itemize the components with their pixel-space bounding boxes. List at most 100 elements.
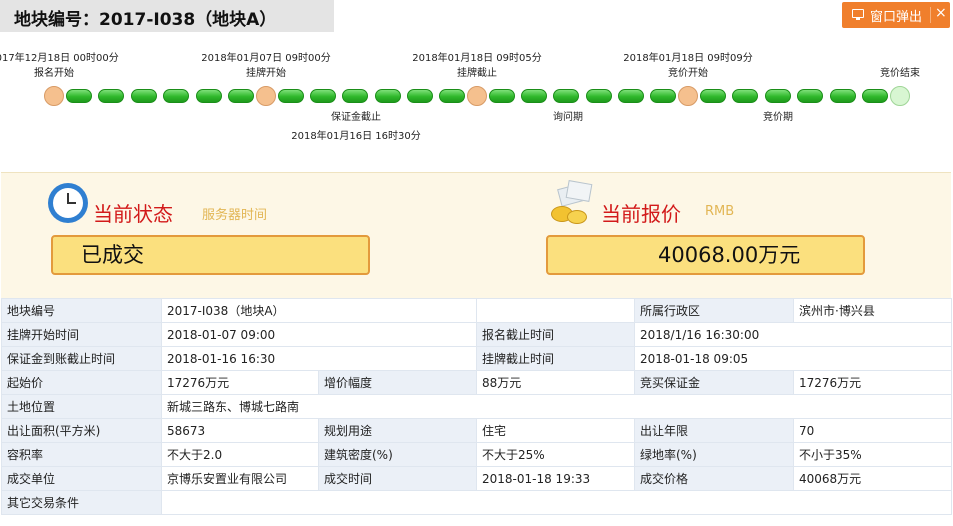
field-value bbox=[476, 298, 635, 323]
timeline-segment bbox=[489, 89, 515, 103]
field-label: 所属行政区 bbox=[634, 298, 794, 323]
timeline-label-inquiry-period: 询问期 bbox=[553, 112, 583, 123]
field-label: 挂牌截止时间 bbox=[476, 346, 635, 371]
timeline-node-done bbox=[256, 86, 276, 106]
field-label: 成交单位 bbox=[1, 466, 162, 491]
field-label: 成交时间 bbox=[318, 466, 477, 491]
timeline-segment bbox=[765, 89, 791, 103]
timeline-segment bbox=[650, 89, 676, 103]
field-value bbox=[161, 490, 952, 515]
timeline-segment bbox=[163, 89, 189, 103]
price-value-box: 40068.00万元 bbox=[546, 235, 865, 275]
field-label: 其它交易条件 bbox=[1, 490, 162, 515]
timeline-label-bidding-start: 竞价开始 bbox=[668, 68, 708, 79]
close-icon[interactable]: × bbox=[935, 5, 947, 21]
timeline-label-signup-start: 报名开始 bbox=[34, 68, 74, 79]
timeline-segment bbox=[278, 89, 304, 103]
field-label: 报名截止时间 bbox=[476, 322, 635, 347]
field-value: 住宅 bbox=[476, 418, 635, 443]
table-row: 其它交易条件 bbox=[1, 490, 952, 515]
timeline-segment bbox=[586, 89, 612, 103]
title-bar: 地块编号：2017-I038（地块A） bbox=[0, 0, 334, 32]
timeline-label-bidding-period: 竞价期 bbox=[763, 112, 793, 123]
field-label: 起始价 bbox=[1, 370, 162, 395]
table-row: 起始价 17276万元 增价幅度 88万元 竞买保证金 17276万元 bbox=[1, 370, 952, 395]
popout-window-button[interactable]: 窗口弹出 × bbox=[842, 2, 950, 28]
field-label: 容积率 bbox=[1, 442, 162, 467]
timeline-segment bbox=[797, 89, 823, 103]
field-value: 58673 bbox=[161, 418, 319, 443]
field-value: 2017-I038（地块A） bbox=[161, 298, 477, 323]
field-label: 增价幅度 bbox=[318, 370, 477, 395]
field-label: 出让面积(平方米) bbox=[1, 418, 162, 443]
field-value: 17276万元 bbox=[793, 370, 952, 395]
table-row: 容积率 不大于2.0 建筑密度(%) 不大于25% 绿地率(%) 不小于35% bbox=[1, 442, 952, 467]
monitor-icon bbox=[852, 9, 864, 20]
timeline-node-done bbox=[467, 86, 487, 106]
timeline-segment bbox=[862, 89, 888, 103]
table-row: 成交单位 京博乐安置业有限公司 成交时间 2018-01-18 19:33 成交价格 40… bbox=[1, 466, 952, 491]
timeline-label-bidding-end: 竞价结束 bbox=[880, 68, 920, 79]
timeline-segment bbox=[310, 89, 336, 103]
field-value: 新城三路东、博城七路南 bbox=[161, 394, 952, 419]
field-value: 2018-01-07 09:00 bbox=[161, 322, 477, 347]
timeline-segment bbox=[521, 89, 547, 103]
field-value: 滨州市·博兴县 bbox=[793, 298, 952, 323]
field-value: 40068万元 bbox=[793, 466, 952, 491]
field-label: 保证金到账截止时间 bbox=[1, 346, 162, 371]
timeline-segment bbox=[407, 89, 433, 103]
field-value: 不大于2.0 bbox=[161, 442, 319, 467]
timeline-date-listing-start: 2018年01月07日 09时00分 bbox=[201, 53, 331, 64]
field-label: 挂牌开始时间 bbox=[1, 322, 162, 347]
field-value: 17276万元 bbox=[161, 370, 319, 395]
popout-label: 窗口弹出 bbox=[870, 10, 923, 25]
timeline-segment bbox=[553, 89, 579, 103]
timeline-label-listing-start: 挂牌开始 bbox=[246, 68, 286, 79]
field-value: 2018-01-18 19:33 bbox=[476, 466, 635, 491]
page-title: 地块编号：2017-I038（地块A） bbox=[14, 10, 277, 30]
field-value: 不大于25% bbox=[476, 442, 635, 467]
field-value: 70 bbox=[793, 418, 952, 443]
field-label: 出让年限 bbox=[634, 418, 794, 443]
table-row: 土地位置 新城三路东、博城七路南 bbox=[1, 394, 952, 419]
field-label: 地块编号 bbox=[1, 298, 162, 323]
timeline-segment bbox=[830, 89, 856, 103]
field-label: 成交价格 bbox=[634, 466, 794, 491]
money-icon bbox=[547, 180, 595, 226]
price-value: 40068.00万元 bbox=[658, 243, 801, 267]
timeline-label-listing-end: 挂牌截止 bbox=[457, 68, 497, 79]
field-value: 2018/1/16 16:30:00 bbox=[634, 322, 952, 347]
clock-icon bbox=[48, 183, 88, 223]
button-divider bbox=[930, 7, 931, 23]
field-label: 土地位置 bbox=[1, 394, 162, 419]
field-value: 2018-01-16 16:30 bbox=[161, 346, 477, 371]
timeline-segment bbox=[732, 89, 758, 103]
timeline-date-deposit-deadline: 2018年01月16日 16时30分 bbox=[291, 131, 421, 142]
timeline-segment bbox=[131, 89, 157, 103]
server-time-label: 服务器时间 bbox=[202, 208, 268, 223]
field-label: 建筑密度(%) bbox=[318, 442, 477, 467]
timeline-segment bbox=[618, 89, 644, 103]
timeline-node-pending bbox=[890, 86, 910, 106]
timeline-segment bbox=[98, 89, 124, 103]
timeline-date-bidding-start: 2018年01月18日 09时09分 bbox=[623, 53, 753, 64]
timeline-label-deposit-deadline: 保证金截止 bbox=[331, 112, 381, 123]
timeline-node-done bbox=[678, 86, 698, 106]
timeline-date-listing-end: 2018年01月18日 09时05分 bbox=[412, 53, 542, 64]
currency-label: RMB bbox=[705, 204, 735, 219]
status-heading: 当前状态 bbox=[93, 202, 173, 226]
timeline-segment bbox=[228, 89, 254, 103]
table-row: 挂牌开始时间 2018-01-07 09:00 报名截止时间 2018/1/16 16… bbox=[1, 322, 952, 347]
timeline-date-signup-start: 2017年12月18日 00时00分 bbox=[0, 53, 119, 64]
status-value: 已成交 bbox=[81, 243, 144, 267]
table-row: 地块编号 2017-I038（地块A） 所属行政区 滨州市·博兴县 bbox=[1, 298, 952, 323]
field-label: 绿地率(%) bbox=[634, 442, 794, 467]
timeline-segment bbox=[66, 89, 92, 103]
field-value: 不小于35% bbox=[793, 442, 952, 467]
timeline-segment bbox=[342, 89, 368, 103]
field-value: 京博乐安置业有限公司 bbox=[161, 466, 319, 491]
field-value: 2018-01-18 09:05 bbox=[634, 346, 952, 371]
table-row: 出让面积(平方米) 58673 规划用途 住宅 出让年限 70 bbox=[1, 418, 952, 443]
status-value-box: 已成交 bbox=[51, 235, 370, 275]
timeline-segment bbox=[700, 89, 726, 103]
